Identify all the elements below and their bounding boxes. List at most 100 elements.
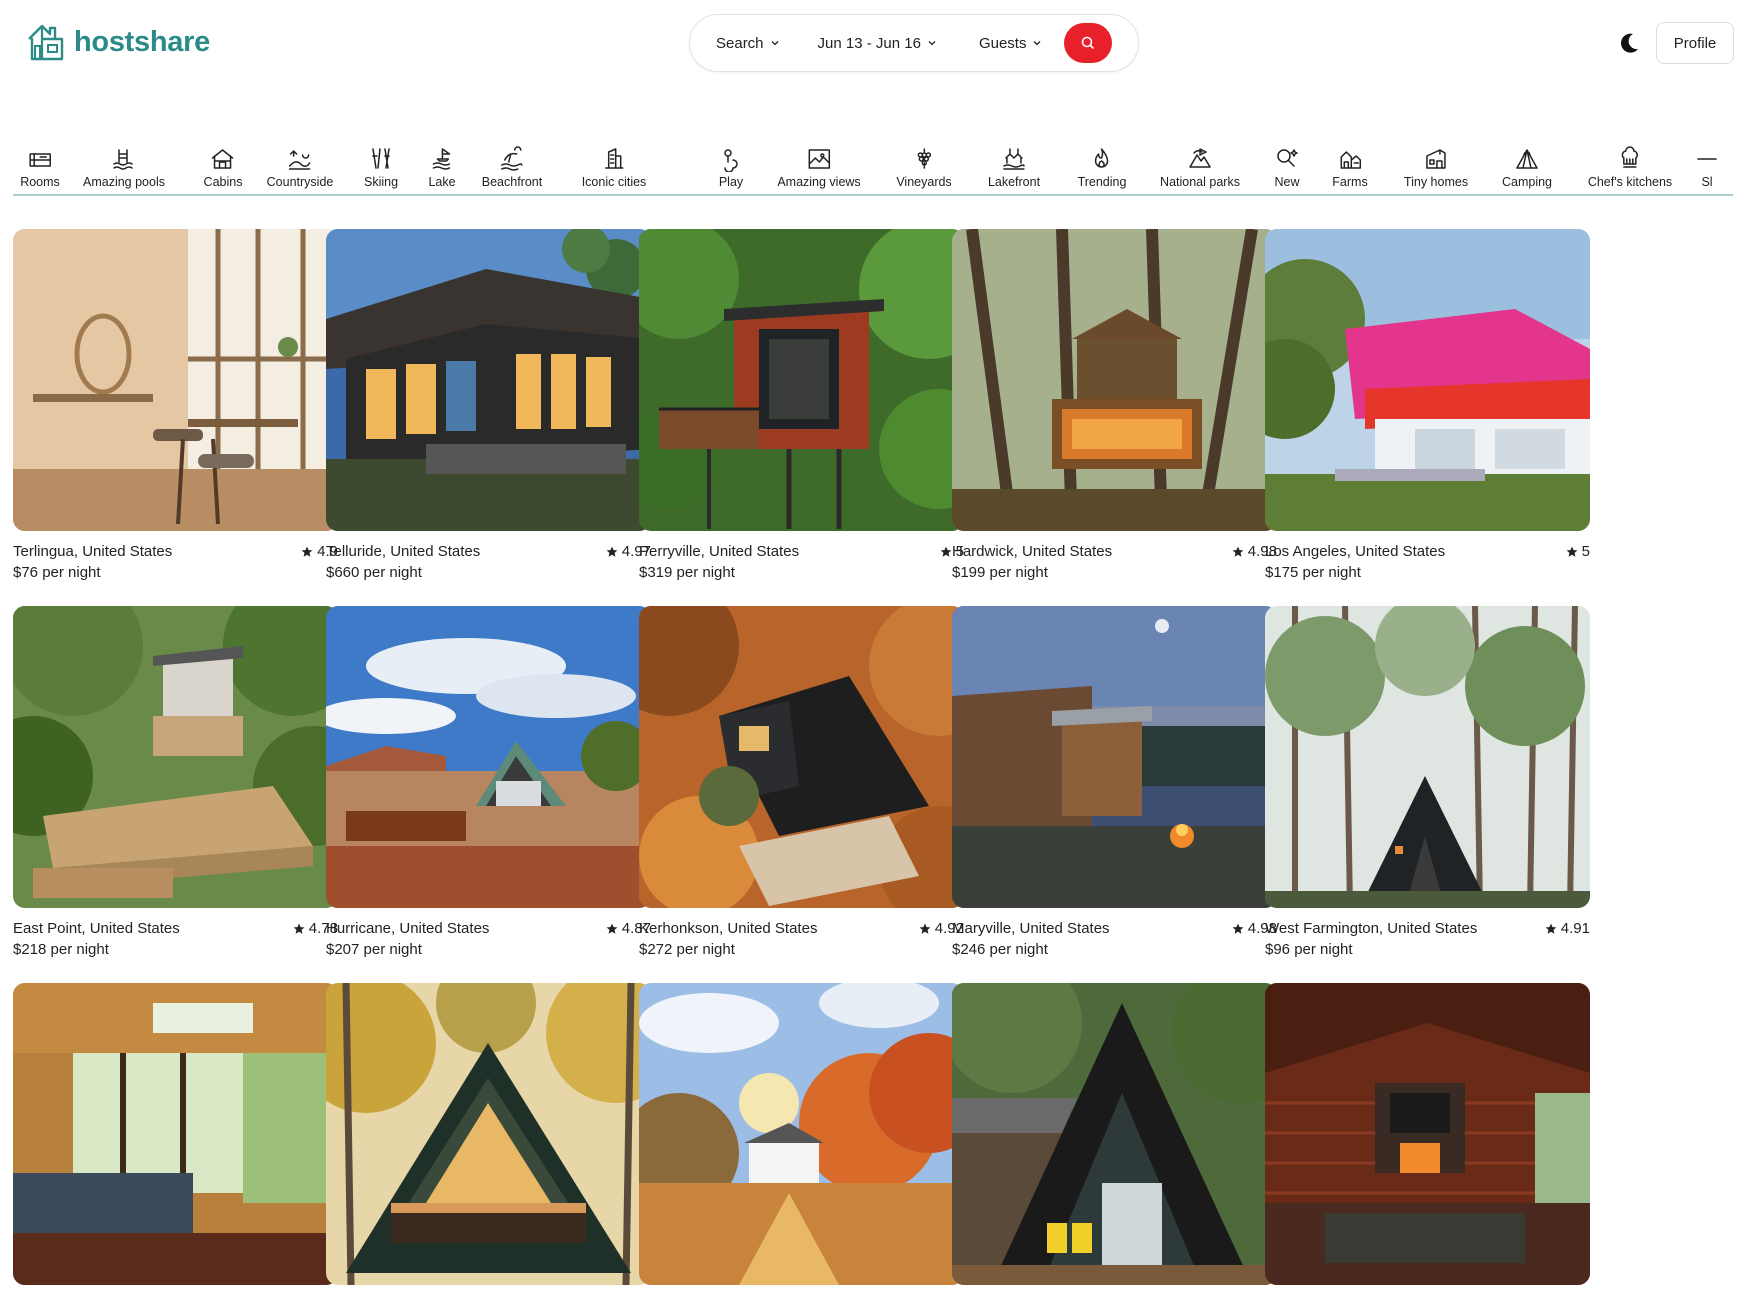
listing-card[interactable]: Perryville, United States 5 $319 per nig… (639, 229, 964, 581)
category-label: Camping (1501, 175, 1553, 189)
listing-meta: East Point, United States 4.78 (13, 920, 338, 937)
listing-meta: Telluride, United States 4.97 (326, 543, 651, 560)
listing-photo[interactable] (639, 229, 964, 531)
listing-card[interactable]: Maryville, United States 4.98 $246 per n… (952, 606, 1277, 958)
listing-photo[interactable] (639, 983, 964, 1285)
listing-photo[interactable] (952, 229, 1277, 531)
category-label: Chef's kitchens (1587, 175, 1673, 189)
listing-location: Perryville, United States (639, 543, 800, 560)
listing-photo[interactable] (952, 606, 1277, 908)
category-play[interactable]: Play (718, 146, 744, 189)
category-trending[interactable]: Trending (1078, 146, 1126, 189)
category-label: Iconic cities (581, 175, 647, 189)
category-chef-s-kitchens[interactable]: Chef's kitchens (1588, 146, 1672, 189)
category-amazing-pools[interactable]: Amazing pools (83, 146, 165, 189)
category-amazing-views[interactable]: Amazing views (777, 146, 861, 189)
views-icon (808, 149, 830, 169)
rooms-icon (29, 153, 51, 167)
star-icon (301, 546, 313, 557)
category-rooms[interactable]: Rooms (20, 146, 60, 189)
search-where-button[interactable]: Search (716, 35, 780, 52)
star-icon (1232, 546, 1244, 557)
listing-photo[interactable] (1265, 983, 1590, 1285)
category-vineyards[interactable]: Vineyards (896, 146, 952, 189)
listing-photo[interactable] (13, 983, 338, 1285)
listing-price: $660 per night (326, 564, 422, 581)
listing-card[interactable]: Kerhonkson, United States 4.92 $272 per … (639, 606, 964, 958)
listing-location: Kerhonkson, United States (639, 920, 818, 937)
listing-card[interactable] (13, 983, 338, 1285)
category-beachfront[interactable]: Beachfront (482, 146, 542, 189)
profile-button[interactable]: Profile (1656, 22, 1734, 64)
listing-card[interactable]: Hardwick, United States 4.98 $199 per ni… (952, 229, 1277, 581)
listing-photo-image (952, 983, 1277, 1285)
listing-card[interactable]: West Farmington, United States 4.91 $96 … (1265, 606, 1590, 958)
listing-photo-image (13, 983, 338, 1285)
skiing-icon (372, 148, 390, 169)
listing-photo[interactable] (13, 606, 338, 908)
listing-photo-image (326, 229, 651, 531)
listing-photo[interactable] (1265, 606, 1590, 908)
listing-location: Telluride, United States (326, 543, 481, 560)
category-label: Skiing (363, 175, 399, 189)
category-iconic-cities[interactable]: Iconic cities (581, 146, 647, 189)
listing-photo[interactable] (13, 229, 338, 531)
category-label: Tiny homes (1403, 175, 1469, 189)
search-where-label: Search (716, 34, 764, 52)
listing-photo[interactable] (639, 606, 964, 908)
category-farms[interactable]: Farms (1332, 146, 1368, 189)
category-sl[interactable]: Sl (1694, 146, 1720, 189)
category-tiny-homes[interactable]: Tiny homes (1404, 146, 1468, 189)
listing-card[interactable] (639, 983, 964, 1285)
star-icon (1566, 546, 1578, 557)
listing-card[interactable] (1265, 983, 1590, 1285)
farm-icon (1340, 151, 1361, 169)
listing-card[interactable] (952, 983, 1277, 1285)
category-new[interactable]: New (1274, 146, 1300, 189)
listing-photo[interactable] (326, 229, 651, 531)
listing-meta: Perryville, United States 5 (639, 543, 964, 560)
listing-price: $272 per night (639, 941, 735, 958)
category-label: Farms (1332, 175, 1368, 189)
category-label: Lakefront (987, 175, 1041, 189)
listing-card[interactable]: Telluride, United States 4.97 $660 per n… (326, 229, 651, 581)
search-guests-button[interactable]: Guests (979, 35, 1043, 52)
listing-photo-image (1265, 983, 1590, 1285)
header: hostshare Search Jun 13 - Jun 16 Guests … (0, 0, 1747, 96)
listing-card[interactable]: Terlingua, United States 4.9 $76 per nig… (13, 229, 338, 581)
listing-meta: Maryville, United States 4.98 (952, 920, 1277, 937)
listing-photo[interactable] (326, 606, 651, 908)
listing-meta: West Farmington, United States 4.91 (1265, 920, 1590, 937)
listing-location: Hurricane, United States (326, 920, 490, 937)
listing-card[interactable] (326, 983, 651, 1285)
category-lakefront[interactable]: Lakefront (988, 146, 1040, 189)
search-dates-button[interactable]: Jun 13 - Jun 16 (818, 35, 937, 52)
listing-rating: 5 (1566, 543, 1590, 560)
listing-card[interactable]: East Point, United States 4.78 $218 per … (13, 606, 338, 958)
search-guests-label: Guests (978, 34, 1027, 52)
listing-card[interactable]: Hurricane, United States 4.87 $207 per n… (326, 606, 651, 958)
listing-price: $246 per night (952, 941, 1048, 958)
category-cabins[interactable]: Cabins (204, 146, 242, 189)
listing-photo[interactable] (326, 983, 651, 1285)
category-label: Sl (1701, 175, 1713, 189)
new-icon (1277, 149, 1298, 167)
category-countryside[interactable]: Countryside (267, 146, 333, 189)
park-icon (1189, 148, 1211, 168)
listing-card[interactable]: Los Angeles, United States 5 $175 per ni… (1265, 229, 1590, 581)
listing-meta: Hurricane, United States 4.87 (326, 920, 651, 937)
category-camping[interactable]: Camping (1502, 146, 1552, 189)
category-lake[interactable]: Lake (428, 146, 456, 189)
listing-photo[interactable] (1265, 229, 1590, 531)
beach-icon (501, 146, 523, 171)
search-submit-button[interactable] (1064, 23, 1112, 63)
listing-photo-image (1265, 606, 1590, 908)
search-dates-label: Jun 13 - Jun 16 (817, 34, 921, 52)
category-label: Play (718, 175, 744, 189)
moon-icon[interactable] (1616, 30, 1642, 56)
listing-photo[interactable] (952, 983, 1277, 1285)
house-logo-icon (28, 24, 64, 61)
logo[interactable]: hostshare (26, 22, 210, 62)
category-skiing[interactable]: Skiing (364, 146, 398, 189)
category-national-parks[interactable]: National parks (1160, 146, 1240, 189)
